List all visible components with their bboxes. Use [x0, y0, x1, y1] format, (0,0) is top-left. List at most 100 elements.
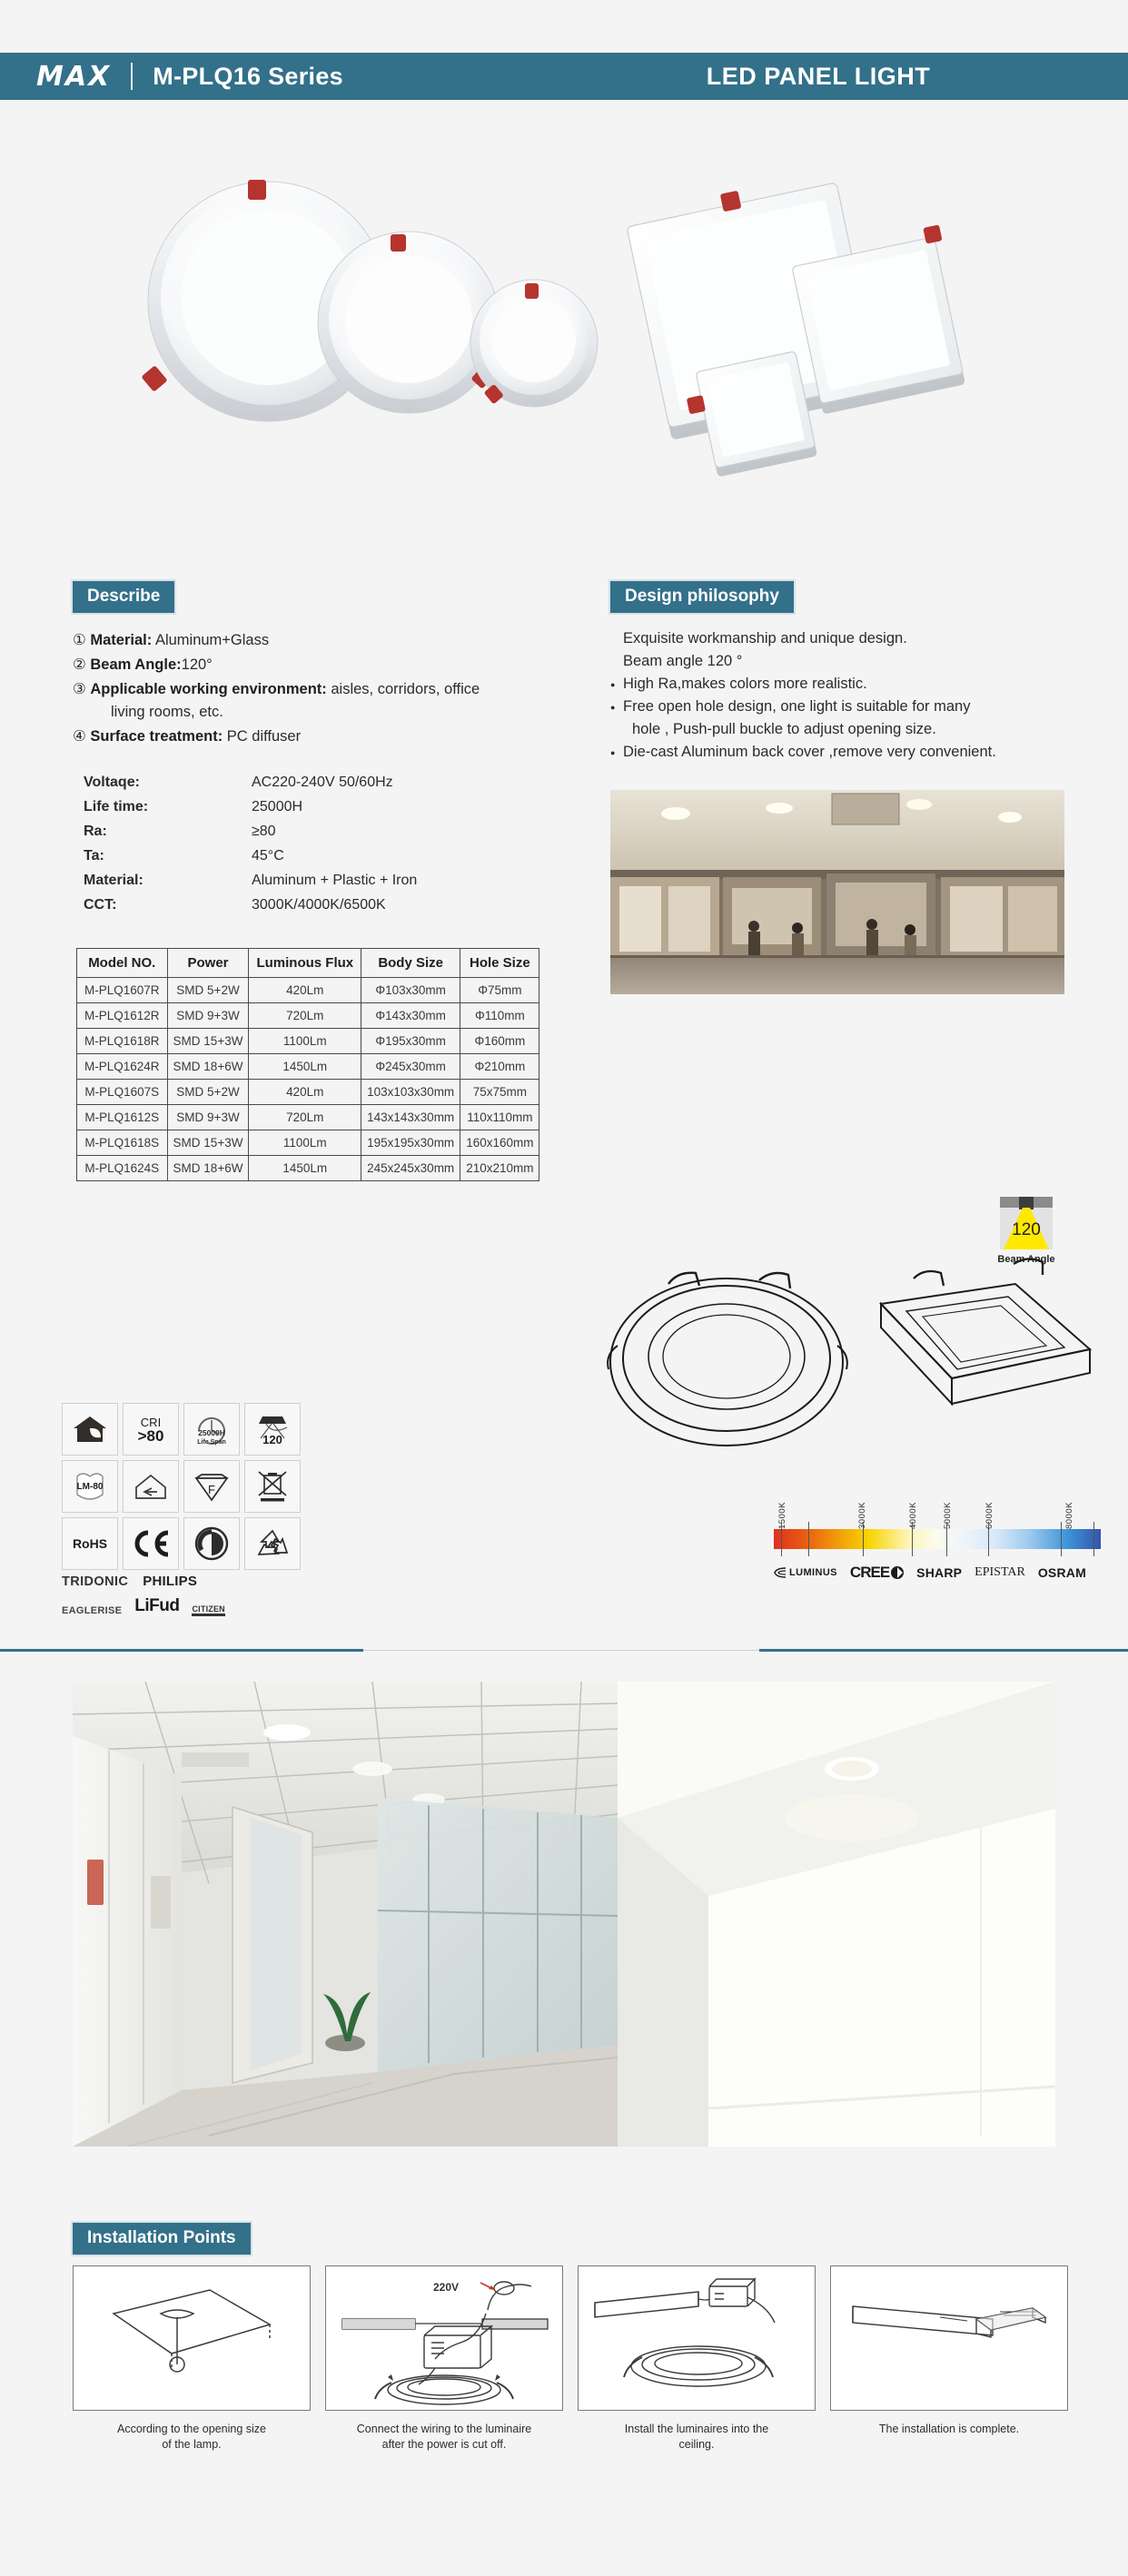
describe-tag: Describe: [73, 581, 175, 613]
divider-middle: [363, 1650, 759, 1651]
product-type-title: LED PANEL LIGHT: [706, 62, 931, 90]
describe-item-num: ①: [73, 632, 86, 648]
cell-power: SMD 5+2W: [166, 1079, 250, 1105]
describe-item-num: ②: [73, 656, 86, 673]
install-into-ceiling-diagram: [594, 2277, 776, 2387]
cell-flux: 420Lm: [248, 1079, 362, 1105]
cell-power: SMD 9+3W: [166, 1104, 250, 1130]
divider-left-accent: [0, 1649, 363, 1652]
table-row: M-PLQ1612R SMD 9+3W 720Lm Φ143x30mm Φ110…: [76, 1002, 540, 1029]
cell-body-size: 103x103x30mm: [361, 1079, 461, 1105]
column-header-flux: Luminous Flux: [248, 948, 362, 978]
spec-key: CCT:: [84, 897, 117, 913]
table-row: M-PLQ1618R SMD 15+3W 1100Lm Φ195x30mm Φ1…: [76, 1028, 540, 1054]
spec-key: Ta:: [84, 848, 104, 864]
beam-angle-graphic: 120: [1000, 1197, 1053, 1249]
installation-step-1-caption: According to the opening size of the lam…: [73, 2422, 311, 2453]
describe-item: ① Material: Aluminum+Glass: [73, 629, 581, 652]
spec-value: AC220-240V 50/60Hz: [252, 775, 393, 790]
table-row: M-PLQ1618S SMD 15+3W 1100Lm 195x195x30mm…: [76, 1130, 540, 1156]
cct-gradient-bar: [774, 1522, 1101, 1556]
spec-value: 3000K/4000K/6500K: [252, 897, 386, 913]
cct-tick: 8000K: [1064, 1502, 1074, 1529]
beam-angle-value: 120: [1012, 1220, 1041, 1239]
describe-item-value: 120°: [181, 656, 213, 673]
column-header-model: Model NO.: [76, 948, 168, 978]
cct-gridline: [1061, 1522, 1062, 1556]
application-photo-corridor: [73, 1682, 1055, 2147]
describe-item-num: ④: [73, 728, 86, 745]
design-philosophy-tag: Design philosophy: [610, 581, 794, 613]
installation-steps-row: According to the opening size of the lam…: [73, 2265, 1068, 2453]
brand-philips: PHILIPS: [143, 1574, 198, 1589]
cell-model: M-PLQ1624R: [76, 1053, 168, 1080]
lm-80-icon: LM-80: [62, 1460, 118, 1513]
spec-value: 45°C: [252, 848, 284, 864]
weee-bin-icon: [244, 1460, 301, 1513]
installation-step-3-diagram: [578, 2265, 816, 2411]
describe-item-continuation: living rooms, etc.: [111, 704, 223, 720]
installation-step-2-caption: Connect the wiring to the luminaire afte…: [325, 2422, 563, 2453]
spec-value: 25000H: [252, 799, 303, 814]
cell-flux: 1450Lm: [248, 1053, 362, 1080]
cell-flux: 1100Lm: [248, 1130, 362, 1156]
installation-step: The installation is complete.: [830, 2265, 1068, 2453]
fixture-outline-drawings: [607, 1258, 1093, 1446]
cell-body-size: Φ143x30mm: [361, 1002, 461, 1029]
philosophy-bullet-text: Die-cast Aluminum back cover ,remove ver…: [623, 744, 996, 760]
cct-gridline: [946, 1522, 947, 1556]
installation-step-4-diagram: [830, 2265, 1068, 2411]
installation-step: According to the opening size of the lam…: [73, 2265, 311, 2453]
cree-mark-icon: [891, 1566, 905, 1579]
brand-cree: CREE: [849, 1564, 905, 1582]
philosophy-line: Exquisite workmanship and unique design.: [623, 630, 907, 646]
describe-item-label: Surface treatment:: [90, 728, 223, 745]
column-header-power: Power: [166, 948, 250, 978]
cell-model: M-PLQ1624S: [76, 1155, 168, 1181]
specification-list: Voltaqe: AC220-240V 50/60Hz Life time: 2…: [84, 770, 574, 917]
cct-tick: 4000K: [908, 1502, 918, 1529]
recycle-icon: [244, 1517, 301, 1570]
cell-model: M-PLQ1612R: [76, 1002, 168, 1029]
cell-hole-size: 75x75mm: [460, 1079, 540, 1105]
caption-line-1: The installation is complete.: [878, 2423, 1020, 2435]
cell-flux: 1450Lm: [248, 1155, 362, 1181]
philosophy-bullet-continuation: hole , Push-pull buckle to adjust openin…: [632, 721, 936, 737]
eco-house-icon: [62, 1403, 118, 1456]
cell-hole-size: Φ75mm: [460, 977, 540, 1003]
cell-model: M-PLQ1612S: [76, 1104, 168, 1130]
mall-interior-illustration: [610, 790, 1064, 994]
philosophy-bullet: Free open hole design, one light is suit…: [610, 696, 1119, 741]
cell-hole-size: Φ160mm: [460, 1028, 540, 1054]
describe-section: Describe ① Material: Aluminum+Glass ② Be…: [73, 581, 581, 750]
white-room-scene: [618, 1682, 1055, 2147]
product-render-group: [142, 180, 965, 477]
describe-item: ④ Surface treatment: PC diffuser: [73, 725, 581, 748]
corridor-scene: [73, 1682, 618, 2147]
brand-eaglerise: EAGLERISE: [62, 1605, 123, 1616]
page-header: MAX M-PLQ16 Series LED PANEL LIGHT: [0, 53, 1128, 100]
caption-line-2: ceiling.: [678, 2438, 715, 2451]
f-mark-icon: F: [183, 1460, 240, 1513]
spec-value: Aluminum + Plastic + Iron: [252, 873, 418, 888]
cell-body-size: Φ195x30mm: [361, 1028, 461, 1054]
opening-size-diagram: [112, 2289, 272, 2373]
cell-hole-size: Φ210mm: [460, 1053, 540, 1080]
driver-brand-row-1: TRIDONIC PHILIPS: [62, 1574, 334, 1589]
describe-list: ① Material: Aluminum+Glass ② Beam Angle:…: [73, 629, 581, 748]
cell-model: M-PLQ1607R: [76, 977, 168, 1003]
cct-gridline: [781, 1522, 782, 1556]
installation-step-2-diagram: 220V: [325, 2265, 563, 2411]
describe-item-num: ③: [73, 681, 86, 697]
cct-tick: 5000K: [943, 1502, 953, 1529]
cell-power: SMD 15+3W: [166, 1028, 250, 1054]
product-type-wrap: LED PANEL LIGHT: [0, 63, 1128, 91]
caption-line-2: after the power is cut off.: [381, 2438, 507, 2451]
rohs-text: RoHS: [72, 1535, 108, 1551]
philosophy-line: Beam angle 120 °: [623, 653, 743, 669]
brand-cree-text: CREE: [849, 1564, 890, 1581]
philosophy-bullet-text: Free open hole design, one light is suit…: [623, 698, 971, 715]
model-specification-table: Model NO. Power Luminous Flux Body Size …: [76, 948, 540, 1181]
spec-row: Voltaqe: AC220-240V 50/60Hz: [84, 770, 574, 795]
green-dot-icon: [183, 1517, 240, 1570]
